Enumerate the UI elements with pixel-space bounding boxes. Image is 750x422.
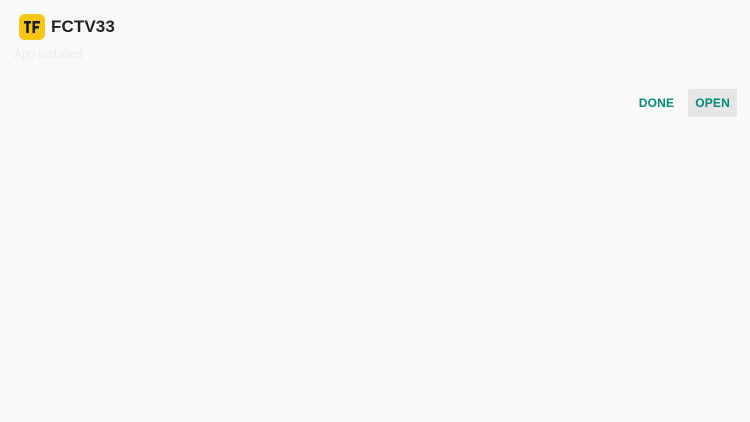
open-button[interactable]: OPEN [688,89,737,117]
app-header: FCTV33 [19,14,115,40]
fctv-logo-icon [19,14,45,40]
done-button[interactable]: DONE [632,89,681,117]
action-buttons: DONE OPEN [632,89,737,117]
app-name: FCTV33 [51,17,115,36]
install-status-text: App installed [14,47,83,61]
install-complete-screen: FCTV33 App installed DONE OPEN [0,0,750,422]
